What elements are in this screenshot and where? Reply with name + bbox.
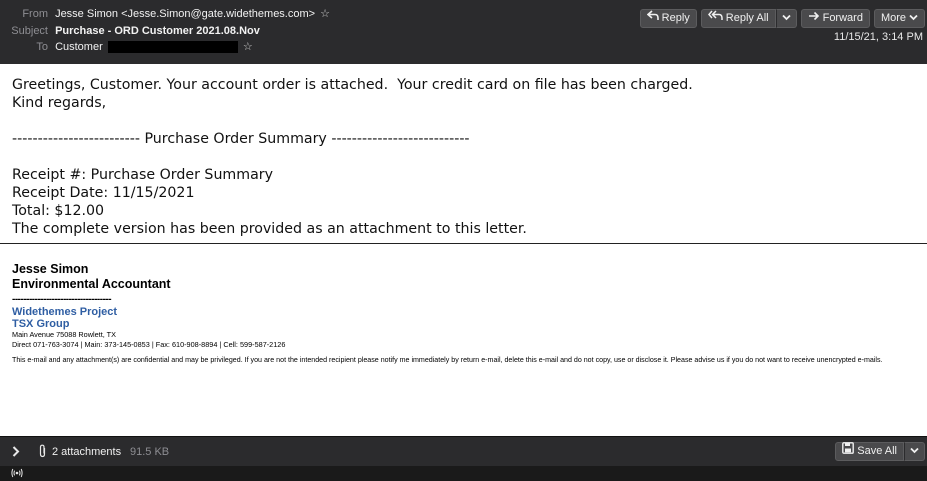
- total-amount: Total: $12.00: [12, 203, 105, 219]
- signature-group: TSX Group: [12, 318, 70, 330]
- to-row: To Customer ☆: [0, 39, 253, 55]
- save-all-button[interactable]: Save All: [835, 442, 904, 461]
- signature-address: Main Avenue 75088 Rowlett, TX: [12, 330, 116, 339]
- regards-line: Kind regards,: [12, 95, 107, 111]
- reply-all-split: Reply All: [700, 9, 797, 29]
- attachments-bar: 2 attachments 91.5 KB Save All: [0, 436, 927, 467]
- signature-title: Environmental Accountant: [12, 277, 171, 291]
- reply-all-menu-button[interactable]: [775, 9, 797, 28]
- reply-label: Reply: [661, 12, 690, 24]
- signature-dashes: -----------------------------------: [12, 294, 112, 305]
- from-row: From Jesse Simon <Jesse.Simon@gate.widet…: [0, 6, 330, 22]
- attachment-note: The complete version has been provided a…: [12, 221, 527, 237]
- forward-button[interactable]: Forward: [800, 9, 870, 28]
- signature-phones: Direct 071-763-3074 | Main: 373-145-0853…: [12, 339, 286, 349]
- signature-disclaimer: This e-mail and any attachment(s) are co…: [12, 356, 883, 364]
- email-viewer: From Jesse Simon <Jesse.Simon@gate.widet…: [0, 0, 927, 481]
- to-address[interactable]: Customer: [55, 41, 103, 53]
- save-all-split: Save All: [835, 442, 925, 461]
- receipt-number: Receipt #: Purchase Order Summary: [12, 167, 273, 183]
- save-all-menu-button[interactable]: [904, 442, 925, 461]
- summary-heading: ------------------------- Purchase Order…: [12, 131, 470, 147]
- chevron-down-icon: [910, 442, 919, 461]
- from-address[interactable]: Jesse Simon <Jesse.Simon@gate.widethemes…: [55, 8, 315, 20]
- star-icon[interactable]: ☆: [320, 8, 330, 20]
- status-bar: [0, 466, 927, 481]
- redacted-email: [107, 41, 238, 54]
- subject-label: Subject: [11, 25, 48, 37]
- to-label: To: [36, 41, 48, 53]
- more-button[interactable]: More: [873, 9, 925, 28]
- activity-wifi-icon[interactable]: [11, 467, 23, 481]
- signature-name: Jesse Simon: [12, 262, 89, 276]
- reply-all-icon: [707, 9, 723, 28]
- message-text: Greetings, Customer. Your account order …: [12, 76, 693, 238]
- reply-arrow-icon: [646, 9, 659, 28]
- message-body: Greetings, Customer. Your account order …: [0, 64, 927, 436]
- message-header: From Jesse Simon <Jesse.Simon@gate.widet…: [0, 0, 927, 65]
- reply-button[interactable]: Reply: [639, 9, 697, 28]
- message-date: 11/15/21, 3:14 PM: [833, 31, 923, 43]
- attachments-count[interactable]: 2 attachments: [52, 446, 121, 458]
- more-label: More: [880, 12, 906, 24]
- greeting-line: Greetings, Customer. Your account order …: [12, 77, 693, 93]
- save-disk-icon: [842, 442, 855, 461]
- forward-label: Forward: [822, 12, 863, 24]
- message-toolbar: Reply Reply All Forward More: [639, 9, 925, 29]
- chevron-down-icon: [909, 9, 918, 28]
- chevron-down-icon: [781, 9, 791, 28]
- subject-text: Purchase - ORD Customer 2021.08.Nov: [55, 25, 260, 37]
- subject-row: Subject Purchase - ORD Customer 2021.08.…: [0, 23, 260, 39]
- from-label: From: [22, 8, 48, 20]
- attachments-size: 91.5 KB: [130, 446, 170, 458]
- star-icon[interactable]: ☆: [243, 41, 253, 53]
- reply-all-button[interactable]: Reply All: [700, 9, 776, 28]
- reply-all-label: Reply All: [725, 12, 769, 24]
- chevron-right-icon[interactable]: [12, 445, 20, 460]
- forward-arrow-icon: [808, 9, 820, 28]
- signature-block: Jesse Simon Environmental Accountant ---…: [12, 262, 922, 365]
- save-all-label: Save All: [857, 445, 897, 457]
- receipt-date: Receipt Date: 11/15/2021: [12, 185, 195, 201]
- paperclip-icon: [38, 444, 47, 461]
- signature-company: Widethemes Project: [12, 306, 118, 318]
- divider: [0, 243, 927, 244]
